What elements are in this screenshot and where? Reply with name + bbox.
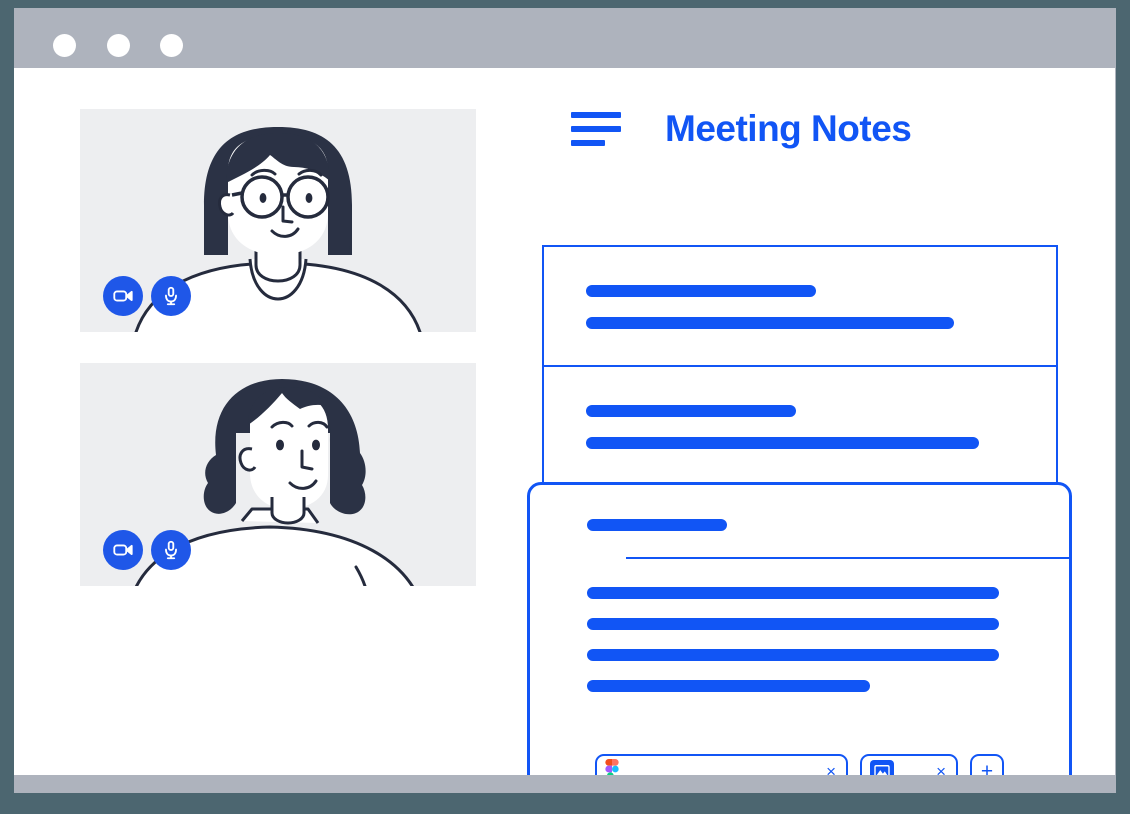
editor-title-line <box>587 519 727 531</box>
microphone-icon[interactable] <box>151 530 191 570</box>
note-row[interactable] <box>544 247 1056 365</box>
image-icon <box>870 760 894 775</box>
editor-content[interactable]: × × + <box>530 485 1069 775</box>
note-line <box>586 317 954 329</box>
window-titlebar <box>14 8 1116 68</box>
notes-header: Meeting Notes <box>571 108 912 150</box>
note-editor-card[interactable]: × × + <box>527 482 1072 775</box>
note-line <box>586 405 796 417</box>
page-title: Meeting Notes <box>665 108 912 149</box>
editor-line <box>587 680 870 692</box>
figma-logo-icon <box>605 758 619 775</box>
remove-attachment-icon[interactable]: × <box>824 763 838 776</box>
editor-line <box>587 587 999 599</box>
editor-line <box>587 649 999 661</box>
video-camera-icon[interactable] <box>103 530 143 570</box>
editor-line <box>587 618 999 630</box>
attachment-image[interactable]: × <box>860 754 958 775</box>
video-camera-icon[interactable] <box>103 276 143 316</box>
microphone-icon[interactable] <box>151 276 191 316</box>
browser-window: Meeting Notes × × + <box>14 8 1116 793</box>
app-screen: Meeting Notes × × + <box>0 0 1130 814</box>
list-menu-icon[interactable] <box>571 112 621 146</box>
editor-divider <box>626 557 1069 559</box>
editor-empty-space <box>587 692 1031 754</box>
notes-panel: Meeting Notes × × + <box>14 68 1115 775</box>
remove-attachment-icon[interactable]: × <box>934 763 948 776</box>
close-dot[interactable] <box>53 34 76 57</box>
note-line <box>586 285 816 297</box>
add-attachment-button[interactable]: + <box>970 754 1004 775</box>
tile-1-controls <box>103 276 191 316</box>
window-content: Meeting Notes × × + <box>14 68 1115 775</box>
minimize-dot[interactable] <box>107 34 130 57</box>
attachment-row: × × + <box>587 754 1031 775</box>
note-list <box>542 245 1058 485</box>
editor-text-lines <box>587 587 1031 692</box>
attachment-figma[interactable]: × <box>595 754 848 775</box>
maximize-dot[interactable] <box>160 34 183 57</box>
note-line <box>586 437 979 449</box>
tile-2-controls <box>103 530 191 570</box>
note-row[interactable] <box>544 365 1056 483</box>
